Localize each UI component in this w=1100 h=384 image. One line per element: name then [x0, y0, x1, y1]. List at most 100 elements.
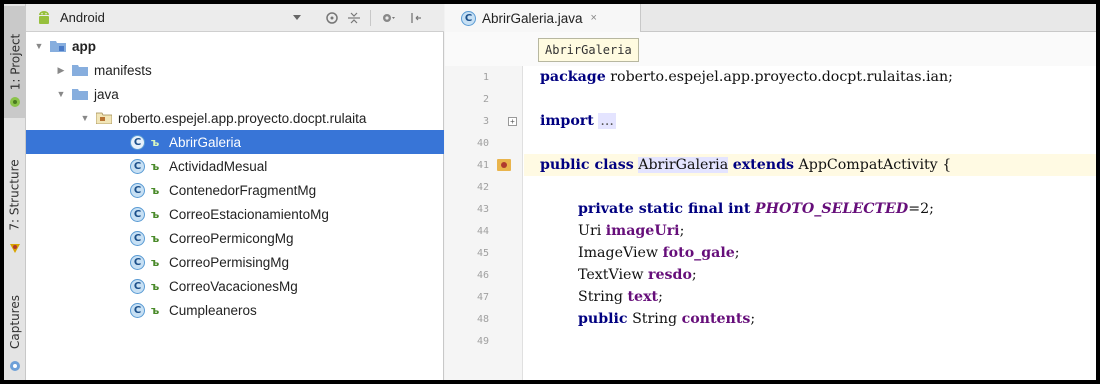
tree-row-manifests[interactable]: ▶ manifests — [26, 58, 444, 82]
keyword: package — [540, 69, 606, 85]
code-line: Uri imageUri; — [524, 220, 1096, 242]
structure-icon — [10, 244, 20, 253]
lock-icon: ъ — [151, 256, 160, 269]
tree-label-package: roberto.espejel.app.proyecto.docpt.rulai… — [118, 110, 367, 126]
tree-row-package[interactable]: ▼ roberto.espejel.app.proyecto.docpt.rul… — [26, 106, 444, 130]
line-number: 45 — [476, 248, 489, 259]
tree-row-class[interactable]: C ъ CorreoVacacionesMg — [26, 274, 444, 298]
code-text: roberto.espejel.app.proyecto.docpt.rulai… — [605, 69, 953, 85]
breadcrumb-bar: AbrirGaleria — [445, 32, 1096, 66]
header-separator — [370, 10, 371, 26]
tree-row-class[interactable]: C ъ CorreoEstacionamientoMg — [26, 202, 444, 226]
line-number: 41 — [476, 160, 489, 171]
module-folder-icon — [50, 41, 66, 52]
class-icon: C — [130, 254, 145, 270]
dropdown-arrow-icon[interactable] — [292, 12, 302, 22]
expanded-arrow-icon[interactable]: ▼ — [80, 113, 90, 123]
code-text: ; — [679, 223, 685, 239]
field-name: text — [627, 289, 659, 305]
field-name: contents — [681, 311, 751, 327]
tree-label-class: CorreoVacacionesMg — [169, 278, 298, 294]
expanded-arrow-icon[interactable]: ▼ — [56, 89, 66, 99]
lock-icon: ъ — [151, 160, 160, 173]
activity-marker-icon[interactable] — [497, 159, 511, 171]
project-view-selector[interactable]: Android — [60, 10, 105, 25]
code-text: ; — [691, 267, 697, 283]
folded-imports[interactable]: ... — [598, 113, 616, 129]
keyword: public class — [540, 157, 634, 173]
fold-expand-icon[interactable]: + — [508, 117, 517, 126]
tab-file[interactable]: C AbrirGaleria.java × — [445, 4, 641, 32]
sync-icon[interactable] — [324, 10, 340, 26]
line-number: 48 — [476, 314, 489, 325]
tree-row-java[interactable]: ▼ java — [26, 82, 444, 106]
close-icon[interactable]: × — [591, 12, 597, 24]
settings-icon[interactable] — [380, 10, 396, 26]
tree-label-app: app — [72, 38, 97, 54]
tab-captures[interactable]: Captures — [4, 274, 26, 370]
field-name: imageUri — [605, 223, 680, 239]
type-name: ImageView — [578, 245, 663, 261]
tree-label-class: Cumpleaneros — [169, 302, 257, 318]
lock-icon: ъ — [151, 208, 160, 221]
tree-row-class[interactable]: C ъ CorreoPermicongMg — [26, 226, 444, 250]
android-studio-window: 1: Project 7: Structure Captures Android — [4, 4, 1096, 380]
code-line: import ... — [524, 110, 1096, 132]
tree-row-app[interactable]: ▼ app — [26, 34, 444, 58]
line-number: 2 — [482, 94, 489, 105]
tool-window-strip: 1: Project 7: Structure Captures — [4, 4, 26, 380]
tree-row-class[interactable]: C ъ AbrirGaleria — [26, 130, 444, 154]
package-icon — [96, 112, 112, 124]
field-name: foto_gale — [662, 245, 735, 261]
code-text: ; — [658, 289, 663, 305]
type-name: String — [578, 289, 628, 305]
line-number: 43 — [476, 204, 489, 215]
tab-file-label: AbrirGaleria.java — [482, 10, 583, 26]
code-area[interactable]: package roberto.espejel.app.proyecto.doc… — [524, 66, 1096, 380]
code-line-current: public class AbrirGaleria extends AppCom… — [524, 154, 1096, 176]
expanded-arrow-icon[interactable]: ▼ — [34, 41, 44, 51]
project-panel: Android ▼ app ▶ manifests ▼ java ▼ rober… — [26, 4, 444, 380]
tree-row-class[interactable]: C ъ ContenedorFragmentMg — [26, 178, 444, 202]
class-icon: C — [130, 230, 145, 246]
lock-icon: ъ — [151, 184, 160, 197]
tree-row-class[interactable]: C ъ Cumpleaneros — [26, 298, 444, 322]
line-number: 3 — [482, 116, 489, 127]
constant: PHOTO_SELECTED — [754, 201, 909, 217]
code-text: ; — [734, 245, 740, 261]
hide-icon[interactable] — [408, 10, 424, 26]
code-line: String text; — [524, 286, 1096, 308]
lock-icon: ъ — [151, 136, 160, 149]
tree-row-class[interactable]: C ъ CorreoPermisingMg — [26, 250, 444, 274]
line-number: 44 — [476, 226, 489, 237]
code-text: ; — [750, 311, 756, 327]
tab-structure[interactable]: 7: Structure — [4, 134, 26, 256]
tab-captures-label: Captures — [8, 295, 22, 349]
tree-label-class: ContenedorFragmentMg — [169, 182, 317, 198]
type-name: TextView — [578, 267, 649, 283]
line-number: 49 — [476, 336, 489, 347]
class-icon: C — [461, 10, 476, 26]
keyword: private static final int — [578, 201, 751, 217]
tree-label-class: ActividadMesual — [169, 158, 268, 174]
collapse-icon[interactable] — [346, 10, 362, 26]
keyword: public — [578, 311, 628, 327]
code-line: ImageView foto_gale; — [524, 242, 1096, 264]
tree-row-class[interactable]: C ъ ActividadMesual — [26, 154, 444, 178]
code-line: private static final int PHOTO_SELECTED =… — [524, 198, 1096, 220]
lock-icon: ъ — [151, 304, 160, 317]
field-name: resdo — [648, 267, 692, 283]
class-icon: C — [130, 302, 145, 318]
code-line: public String contents; — [524, 308, 1096, 330]
line-number: 46 — [476, 270, 489, 281]
breadcrumb[interactable]: AbrirGaleria — [538, 38, 639, 62]
tree-label-class: CorreoPermicongMg — [169, 230, 294, 246]
tree-label-java: java — [94, 86, 119, 102]
code-text: =2; — [908, 201, 934, 217]
code-line: package roberto.espejel.app.proyecto.doc… — [524, 66, 1096, 88]
line-number: 47 — [476, 292, 489, 303]
folder-icon — [72, 65, 88, 76]
editor-tab-bar: C AbrirGaleria.java × — [445, 4, 1096, 32]
collapsed-arrow-icon[interactable]: ▶ — [56, 65, 66, 76]
code-text: AppCompatActivity { — [793, 157, 952, 173]
